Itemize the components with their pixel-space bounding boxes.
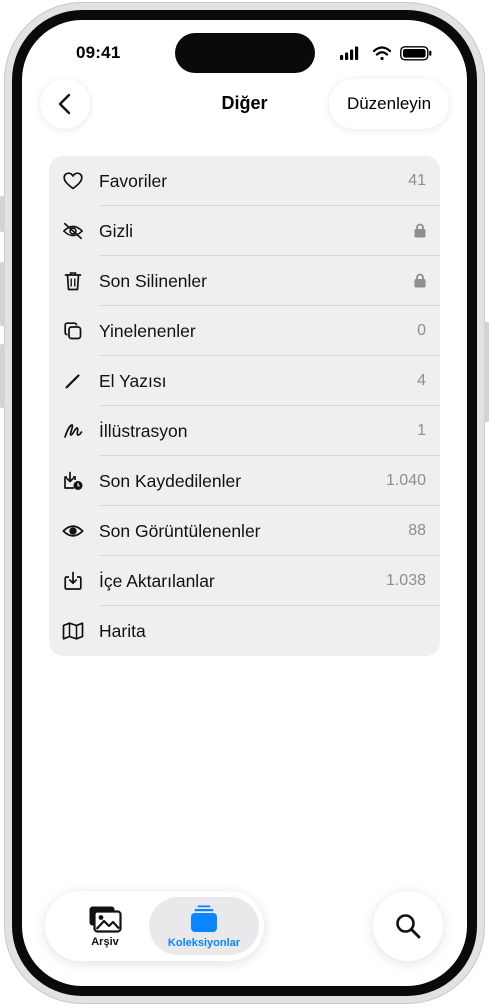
map-icon bbox=[62, 620, 84, 642]
heart-icon bbox=[62, 170, 84, 192]
tab-label: Arşiv bbox=[91, 935, 119, 948]
battery-icon bbox=[400, 46, 432, 61]
edit-button[interactable]: Düzenleyin bbox=[329, 79, 449, 129]
list-item-map[interactable]: Harita bbox=[49, 606, 440, 656]
list-item-handwriting[interactable]: El Yazısı 4 bbox=[49, 356, 440, 406]
lock-icon bbox=[414, 273, 426, 293]
tab-bar: Arşiv Koleksiyonlar bbox=[45, 891, 264, 961]
scribble-icon bbox=[62, 420, 84, 442]
collection-list: Favoriler 41 Gizli Son Silinenler Yinele… bbox=[49, 156, 440, 656]
status-time: 09:41 bbox=[76, 43, 121, 62]
status-icons bbox=[340, 46, 432, 61]
list-item-count: 0 bbox=[417, 322, 426, 339]
tab-library[interactable]: Arşiv bbox=[55, 897, 155, 955]
list-item-label: Son Silinenler bbox=[99, 271, 207, 291]
list-item-label: Gizli bbox=[99, 221, 134, 241]
list-item-label: Favoriler bbox=[99, 171, 168, 191]
collections-icon bbox=[191, 905, 217, 932]
pencil-icon bbox=[62, 370, 84, 392]
volume-down-button bbox=[0, 344, 5, 408]
list-item-count: 1.040 bbox=[385, 472, 426, 489]
list-item-count: 88 bbox=[408, 522, 426, 539]
tab-label: Koleksiyonlar bbox=[167, 936, 241, 949]
list-item-label: Harita bbox=[99, 621, 146, 641]
trash-icon bbox=[62, 270, 84, 292]
photo-library-icon bbox=[89, 906, 122, 933]
list-item-recently-saved[interactable]: Son Kaydedilenler 1.040 bbox=[49, 456, 440, 506]
wifi-icon bbox=[372, 46, 392, 61]
list-item-count: 41 bbox=[408, 172, 426, 189]
cellular-signal-icon bbox=[340, 46, 359, 60]
tray-download-icon bbox=[62, 570, 84, 592]
search-button[interactable] bbox=[373, 891, 443, 961]
volume-up-button bbox=[0, 262, 5, 326]
list-item-count: 4 bbox=[417, 372, 426, 389]
list-item-label: Son Görüntülenenler bbox=[99, 521, 261, 541]
list-item-recently-viewed[interactable]: Son Görüntülenenler 88 bbox=[49, 506, 440, 556]
list-item-duplicates[interactable]: Yinelenenler 0 bbox=[49, 306, 440, 356]
search-icon bbox=[396, 914, 421, 939]
eye-slash-icon bbox=[62, 220, 84, 242]
side-button bbox=[484, 322, 489, 422]
dynamic-island bbox=[175, 33, 315, 73]
list-item-count: 1.038 bbox=[385, 572, 426, 589]
list-item-label: Yinelenenler bbox=[99, 321, 196, 341]
list-item-label: İllüstrasyon bbox=[99, 421, 188, 441]
screen: 09:41 Diğer Düzenleyin Favoriler 41 Gizl… bbox=[22, 20, 467, 986]
duplicate-icon bbox=[62, 320, 84, 342]
action-button bbox=[0, 196, 5, 232]
tab-collections[interactable]: Koleksiyonlar bbox=[149, 897, 259, 955]
list-item-label: El Yazısı bbox=[99, 371, 167, 391]
list-item-count: 1 bbox=[417, 422, 426, 439]
list-item-imports[interactable]: İçe Aktarılanlar 1.038 bbox=[49, 556, 440, 606]
tray-download-clock-icon bbox=[62, 470, 84, 492]
list-item-illustrations[interactable]: İllüstrasyon 1 bbox=[49, 406, 440, 456]
list-item-hidden[interactable]: Gizli bbox=[49, 206, 440, 256]
list-item-recently-deleted[interactable]: Son Silinenler bbox=[49, 256, 440, 306]
eye-icon bbox=[62, 520, 84, 542]
lock-icon bbox=[414, 223, 426, 243]
list-item-favorites[interactable]: Favoriler 41 bbox=[49, 156, 440, 206]
list-item-label: Son Kaydedilenler bbox=[99, 471, 242, 491]
list-item-label: İçe Aktarılanlar bbox=[99, 571, 215, 591]
